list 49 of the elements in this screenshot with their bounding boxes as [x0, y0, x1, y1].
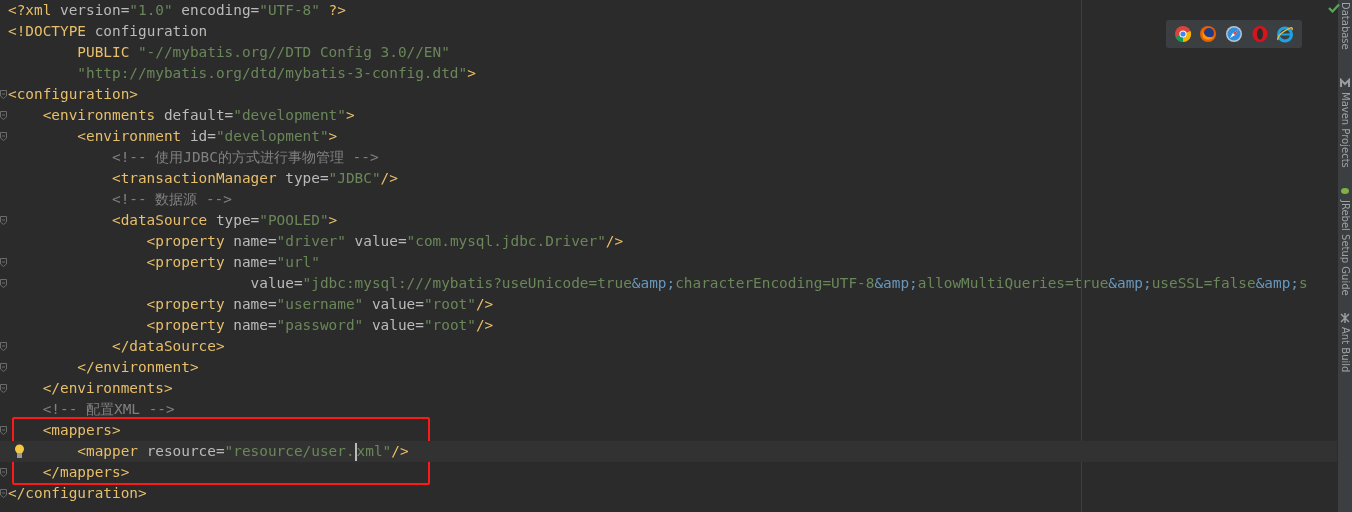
code-line: <environment id="development"> [76, 127, 338, 146]
code-line: <mapper resource="resource/user.xml"/> [76, 442, 409, 462]
browser-icon[interactable] [1276, 25, 1295, 43]
fold-marker-icon[interactable] [0, 468, 7, 477]
browser-icon[interactable] [1199, 25, 1218, 43]
tool-window-tab[interactable]: Ant Build [1339, 327, 1351, 373]
fold-marker-icon[interactable] [0, 489, 7, 498]
code-line: </dataSource> [110, 337, 225, 356]
code-line: <!DOCTYPE configuration [8, 22, 208, 41]
tool-window-tab[interactable]: Database [1339, 2, 1351, 50]
code-line: <!-- 使用JDBC的方式进行事物管理 --> [110, 148, 379, 167]
fold-marker-icon[interactable] [0, 132, 7, 141]
code-line: "http://mybatis.org/dtd/mybatis-3-config.dtd"> [76, 64, 476, 83]
fold-marker-icon[interactable] [0, 279, 7, 288]
code-line: PUBLIC "-//mybatis.org//DTD Config 3.0//EN" [76, 43, 450, 62]
code-line: <environments default="development"> [41, 106, 355, 125]
code-line: <!-- 数据源 --> [110, 190, 232, 209]
code-line: value="jdbc:mysql:///mybatis?useUnicode=true&amp;characterEncoding=UTF-8&amp;allowMultiQueries=true&amp;useSSL=false&amp;s [249, 274, 1308, 293]
code-line: <dataSource type="POOLED"> [110, 211, 338, 230]
fold-marker-icon[interactable] [0, 216, 7, 225]
code-line: </environment> [76, 358, 199, 377]
fold-marker-icon[interactable] [0, 384, 7, 393]
code-line: </mappers> [41, 463, 130, 482]
fold-marker-icon[interactable] [0, 258, 7, 267]
fold-marker-icon[interactable] [0, 363, 7, 372]
code-line: <property name="password" value="root"/> [145, 316, 494, 335]
fold-marker-icon[interactable] [0, 342, 7, 351]
fold-marker-icon[interactable] [0, 111, 7, 120]
fold-marker-icon[interactable] [0, 426, 7, 435]
browser-icon[interactable] [1173, 25, 1192, 43]
checkmark-icon [1328, 3, 1340, 13]
fold-marker-icon[interactable] [0, 90, 7, 99]
code-line: <property name="username" value="root"/> [145, 295, 494, 314]
code-line: <property name="url" [145, 253, 320, 272]
leaf-icon [1340, 185, 1350, 196]
code-line: </environments> [41, 379, 173, 398]
lightbulb-icon[interactable] [14, 444, 25, 459]
code-line: </configuration> [8, 484, 147, 503]
tool-window-tab[interactable]: Maven Projects [1339, 91, 1351, 168]
ant-icon [1340, 313, 1350, 324]
code-line: <configuration> [8, 85, 138, 104]
code-line: <!-- 配置XML --> [41, 400, 175, 419]
code-line: <transactionManager type="JDBC"/> [110, 169, 398, 188]
code-line: <?xml version="1.0" encoding="UTF-8" ?> [8, 1, 346, 20]
code-line: <mappers> [41, 421, 121, 440]
maven-m-icon [1340, 77, 1350, 88]
tool-window-tab[interactable]: JRebel Setup Guide [1339, 199, 1351, 296]
code-line: <property name="driver" value="com.mysql.jdbc.Driver"/> [145, 232, 624, 251]
browser-icon[interactable] [1225, 25, 1243, 43]
